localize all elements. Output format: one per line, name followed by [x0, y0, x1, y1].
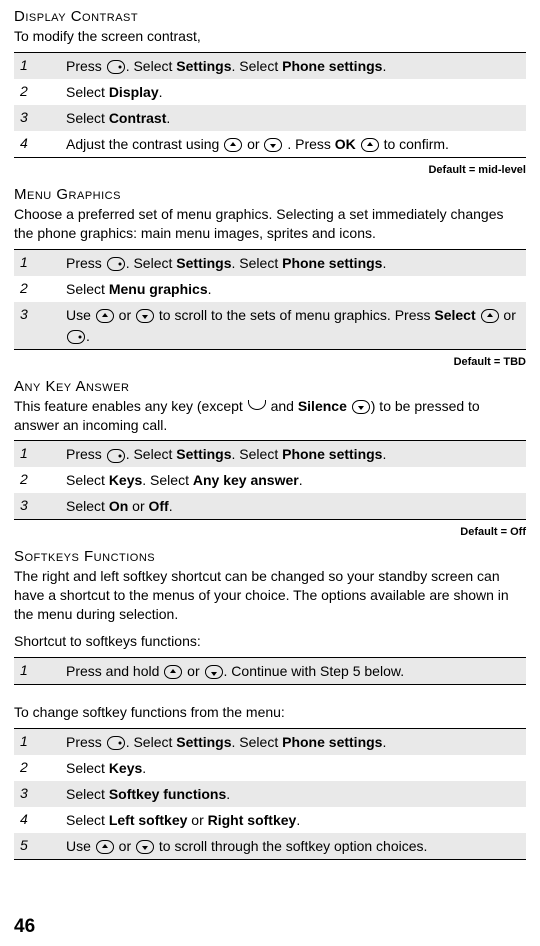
- step-number: 5: [20, 835, 66, 853]
- steps-softkeys-menu: 1Press . Select Settings. Select Phone s…: [14, 728, 526, 860]
- end-key-icon: [248, 400, 266, 410]
- steps-display-contrast: 1Press . Select Settings. Select Phone s…: [14, 52, 526, 158]
- page-number: 46: [14, 916, 35, 938]
- intro-text: This feature enables any key (except and…: [14, 397, 526, 435]
- step-number: 1: [20, 252, 66, 270]
- section-title-softkeys-functions: Softkeys Functions: [14, 548, 526, 565]
- step-text: Press and hold or . Continue with Step 5…: [66, 660, 520, 682]
- nav-up-icon: [164, 665, 182, 679]
- nav-up-icon: [96, 309, 114, 323]
- step-text: Select On or Off.: [66, 495, 520, 517]
- default-note: Default = TBD: [14, 356, 526, 368]
- step-number: 3: [20, 304, 66, 322]
- step-row: 3Use or to scroll to the sets of menu gr…: [14, 302, 526, 349]
- step-text: Select Menu graphics.: [66, 278, 520, 300]
- step-row: 1Press . Select Settings. Select Phone s…: [14, 441, 526, 467]
- nav-up-icon: [224, 138, 242, 152]
- default-note: Default = mid-level: [14, 164, 526, 176]
- nav-down-icon: [136, 840, 154, 854]
- nav-up-icon: [481, 309, 499, 323]
- step-number: 1: [20, 55, 66, 73]
- step-row: 2Select Keys.: [14, 755, 526, 781]
- step-row: 5Use or to scroll through the softkey op…: [14, 833, 526, 859]
- steps-softkeys-shortcut: 1Press and hold or . Continue with Step …: [14, 657, 526, 685]
- joystick-icon: [107, 60, 125, 74]
- step-number: 3: [20, 783, 66, 801]
- step-number: 2: [20, 81, 66, 99]
- step-row: 3Select Contrast.: [14, 105, 526, 131]
- step-row: 1Press . Select Settings. Select Phone s…: [14, 250, 526, 276]
- default-note: Default = Off: [14, 526, 526, 538]
- sub-intro: To change softkey functions from the men…: [14, 703, 526, 722]
- joystick-icon: [107, 257, 125, 271]
- step-text: Select Keys.: [66, 757, 520, 779]
- nav-up-icon: [96, 840, 114, 854]
- step-number: 2: [20, 278, 66, 296]
- step-text: Use or to scroll to the sets of menu gra…: [66, 304, 520, 347]
- step-text: Select Keys. Select Any key answer.: [66, 469, 520, 491]
- intro-text: Choose a preferred set of menu graphics.…: [14, 205, 526, 243]
- nav-down-icon: [264, 138, 282, 152]
- step-row: 2Select Display.: [14, 79, 526, 105]
- steps-menu-graphics: 1Press . Select Settings. Select Phone s…: [14, 249, 526, 350]
- step-row: 1Press . Select Settings. Select Phone s…: [14, 729, 526, 755]
- step-row: 2Select Keys. Select Any key answer.: [14, 467, 526, 493]
- step-text: Use or to scroll through the softkey opt…: [66, 835, 520, 857]
- section-title-any-key-answer: Any Key Answer: [14, 378, 526, 395]
- section-title-menu-graphics: Menu Graphics: [14, 186, 526, 203]
- nav-down-icon: [205, 665, 223, 679]
- nav-up-icon: [361, 138, 379, 152]
- section-title-display-contrast: Display Contrast: [14, 8, 526, 25]
- step-text: Select Softkey functions.: [66, 783, 520, 805]
- step-row: 1Press . Select Settings. Select Phone s…: [14, 53, 526, 79]
- step-row: 3Select On or Off.: [14, 493, 526, 519]
- step-number: 4: [20, 133, 66, 151]
- nav-down-icon: [352, 400, 370, 414]
- step-number: 3: [20, 107, 66, 125]
- step-row: 1Press and hold or . Continue with Step …: [14, 658, 526, 684]
- step-text: Press . Select Settings. Select Phone se…: [66, 731, 520, 753]
- step-number: 2: [20, 469, 66, 487]
- step-row: 4Adjust the contrast using or . Press OK…: [14, 131, 526, 157]
- step-text: Press . Select Settings. Select Phone se…: [66, 55, 520, 77]
- intro-text: To modify the screen contrast,: [14, 27, 526, 46]
- step-text: Press . Select Settings. Select Phone se…: [66, 252, 520, 274]
- step-row: 3Select Softkey functions.: [14, 781, 526, 807]
- joystick-icon: [67, 330, 85, 344]
- joystick-icon: [107, 736, 125, 750]
- step-text: Select Contrast.: [66, 107, 520, 129]
- step-text: Select Left softkey or Right softkey.: [66, 809, 520, 831]
- sub-intro: Shortcut to softkeys functions:: [14, 632, 526, 651]
- joystick-icon: [107, 449, 125, 463]
- step-number: 1: [20, 731, 66, 749]
- step-row: 2Select Menu graphics.: [14, 276, 526, 302]
- steps-any-key-answer: 1Press . Select Settings. Select Phone s…: [14, 440, 526, 520]
- step-text: Press . Select Settings. Select Phone se…: [66, 443, 520, 465]
- step-text: Adjust the contrast using or . Press OK …: [66, 133, 520, 155]
- step-number: 1: [20, 443, 66, 461]
- step-number: 2: [20, 757, 66, 775]
- step-row: 4Select Left softkey or Right softkey.: [14, 807, 526, 833]
- intro-text: The right and left softkey shortcut can …: [14, 567, 526, 624]
- nav-down-icon: [136, 309, 154, 323]
- step-number: 4: [20, 809, 66, 827]
- step-number: 3: [20, 495, 66, 513]
- step-number: 1: [20, 660, 66, 678]
- step-text: Select Display.: [66, 81, 520, 103]
